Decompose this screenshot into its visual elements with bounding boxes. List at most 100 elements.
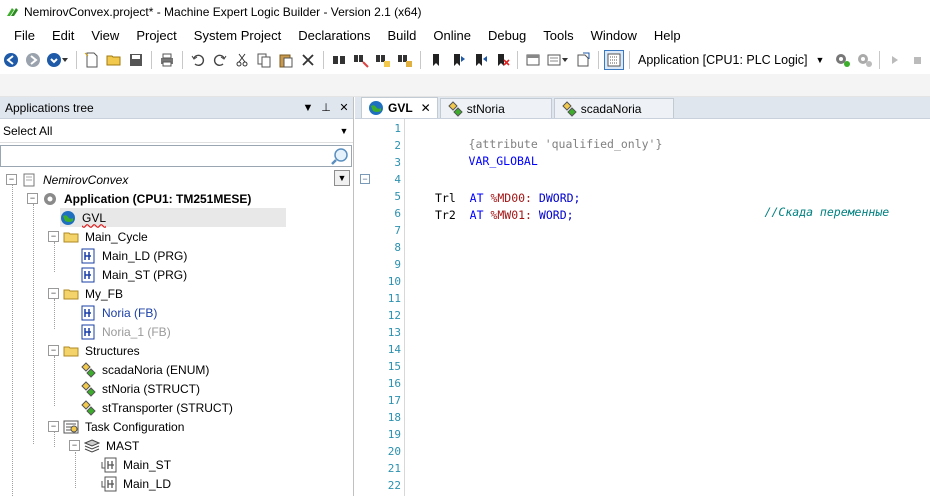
collapse-toggle-icon[interactable]: − [48, 231, 59, 242]
var-global-keyword: VAR_GLOBAL [468, 154, 538, 168]
menu-online[interactable]: Online [433, 28, 471, 43]
layout-dropdown-icon[interactable] [545, 50, 571, 70]
folder-icon [63, 286, 79, 302]
tree-item-main-ld[interactable]: Main_LD (PRG) [80, 246, 189, 265]
window-icon[interactable] [523, 50, 543, 70]
toggle-bookmark-icon[interactable] [426, 50, 446, 70]
fold-toggle-icon[interactable]: − [360, 174, 370, 184]
close-icon[interactable]: ✕ [335, 101, 353, 114]
tree-filter-select[interactable]: Select All ▼ [0, 119, 353, 143]
active-application-label: Application [CPU1: PLC Logic] [638, 53, 808, 67]
chevron-down-icon[interactable]: ▼ [334, 170, 350, 186]
prev-bookmark-icon[interactable] [470, 50, 490, 70]
function-block-icon [80, 305, 96, 321]
copy-icon[interactable] [254, 50, 274, 70]
tree-item-scada-noria[interactable]: scadaNoria (ENUM) [80, 360, 211, 379]
tree-item-my-fb[interactable]: − My_FB [48, 284, 125, 303]
tree-item-noria[interactable]: Noria (FB) [80, 303, 159, 322]
tree-item-gvl[interactable]: GVL [60, 208, 286, 227]
menu-window[interactable]: Window [591, 28, 637, 43]
tree-item-structures[interactable]: − Structures [48, 341, 142, 360]
find-replace-icon[interactable] [351, 50, 371, 70]
menu-help[interactable]: Help [654, 28, 681, 43]
collapse-toggle-icon[interactable]: − [48, 288, 59, 299]
struct-type-icon [80, 399, 96, 416]
back-icon[interactable] [1, 50, 21, 70]
collapse-toggle-icon[interactable]: − [69, 440, 80, 451]
close-icon[interactable]: ✕ [421, 101, 431, 115]
calculator-icon[interactable] [604, 50, 624, 70]
tab-st-noria[interactable]: stNoria [439, 98, 552, 118]
tree-item-task-configuration[interactable]: − Task Configuration [48, 417, 186, 436]
panel-menu-icon[interactable]: ▼ [299, 102, 317, 114]
at-keyword: AT [469, 208, 484, 222]
paste-icon[interactable] [276, 50, 296, 70]
tree-item-mast-main-st[interactable]: Main_ST [101, 455, 173, 474]
stop-icon[interactable] [907, 50, 927, 70]
applications-tree: − NemirovConvex ▼ − Application (CPU1: T… [0, 170, 354, 496]
applications-tree-panel: Applications tree ▼ ⊥ ✕ Select All ▼ − N… [0, 97, 354, 496]
pin-icon[interactable]: ⊥ [317, 101, 335, 114]
tree-item-label: MAST [106, 438, 140, 453]
toolbar-separator [879, 51, 881, 69]
tree-item-label: Main_LD [123, 476, 172, 491]
export-icon[interactable] [573, 50, 593, 70]
tree-item-main-cycle[interactable]: − Main_Cycle [48, 227, 150, 246]
tree-item-label: My_FB [85, 286, 124, 301]
history-dropdown-icon[interactable] [45, 50, 71, 70]
forward-icon[interactable] [23, 50, 43, 70]
line-number: 20 [387, 445, 401, 458]
chevron-down-icon: ▼ [815, 55, 825, 65]
collapse-toggle-icon[interactable]: − [48, 345, 59, 356]
tree-item-st-noria[interactable]: stNoria (STRUCT) [80, 379, 202, 398]
code-line-2: VAR_GLOBAL [427, 140, 538, 182]
menu-build[interactable]: Build [387, 28, 416, 43]
line-number: 8 [394, 241, 401, 254]
collapse-toggle-icon[interactable]: − [48, 421, 59, 432]
toolbar-separator [182, 51, 183, 69]
menu-view[interactable]: View [91, 28, 119, 43]
bookmark-list-icon[interactable] [395, 50, 415, 70]
code-area[interactable]: 1 2 3 4 5 6 7 8 9 10 11 12 13 14 15 16 17 18 19 20 21 22 − {a… [355, 119, 930, 496]
collapse-toggle-icon[interactable]: − [27, 193, 38, 204]
menu-edit[interactable]: Edit [52, 28, 74, 43]
folder-icon [63, 229, 79, 245]
menu-declarations[interactable]: Declarations [298, 28, 370, 43]
run-icon[interactable] [885, 50, 905, 70]
tab-scada-noria[interactable]: scadaNoria [553, 98, 675, 118]
active-application-select[interactable]: Application [CPU1: PLC Logic] ▼ [638, 49, 824, 71]
clear-bookmarks-icon[interactable] [492, 50, 512, 70]
search-icon[interactable] [330, 146, 350, 166]
tree-item-noria-1[interactable]: Noria_1 (FB) [80, 322, 173, 341]
tree-item-st-transporter[interactable]: stTransporter (STRUCT) [80, 398, 235, 417]
tree-item-label: NemirovConvex [43, 172, 129, 187]
save-icon[interactable] [126, 50, 146, 70]
bookmark-icon[interactable] [373, 50, 393, 70]
tree-search-input[interactable] [0, 145, 352, 167]
next-bookmark-icon[interactable] [448, 50, 468, 70]
tree-item-main-st[interactable]: Main_ST (PRG) [80, 265, 189, 284]
settings-gear-icon[interactable] [854, 50, 874, 70]
delete-icon[interactable] [298, 50, 318, 70]
menu-system-project[interactable]: System Project [194, 28, 281, 43]
code-line-5: Trl AT %MD00: DWORD; [435, 191, 580, 205]
tree-item-application[interactable]: − Application (CPU1: TM251MESE) [27, 189, 253, 208]
tree-item-mast-main-ld[interactable]: Main_LD [101, 474, 173, 493]
at-keyword: AT [469, 191, 484, 205]
find-icon[interactable] [329, 50, 349, 70]
menu-file[interactable]: File [14, 28, 35, 43]
menu-project[interactable]: Project [136, 28, 176, 43]
open-folder-icon[interactable] [104, 50, 124, 70]
new-file-icon[interactable] [82, 50, 102, 70]
print-icon[interactable] [157, 50, 177, 70]
menu-tools[interactable]: Tools [543, 28, 573, 43]
undo-icon[interactable] [188, 50, 208, 70]
cut-icon[interactable] [232, 50, 252, 70]
redo-icon[interactable] [210, 50, 230, 70]
tree-item-mast[interactable]: − MAST [69, 436, 141, 455]
menu-debug[interactable]: Debug [488, 28, 526, 43]
tree-item-root[interactable]: − NemirovConvex ▼ [6, 170, 352, 189]
build-gear-icon[interactable] [832, 50, 852, 70]
tab-gvl[interactable]: GVL ✕ [361, 97, 438, 118]
collapse-toggle-icon[interactable]: − [6, 174, 17, 185]
